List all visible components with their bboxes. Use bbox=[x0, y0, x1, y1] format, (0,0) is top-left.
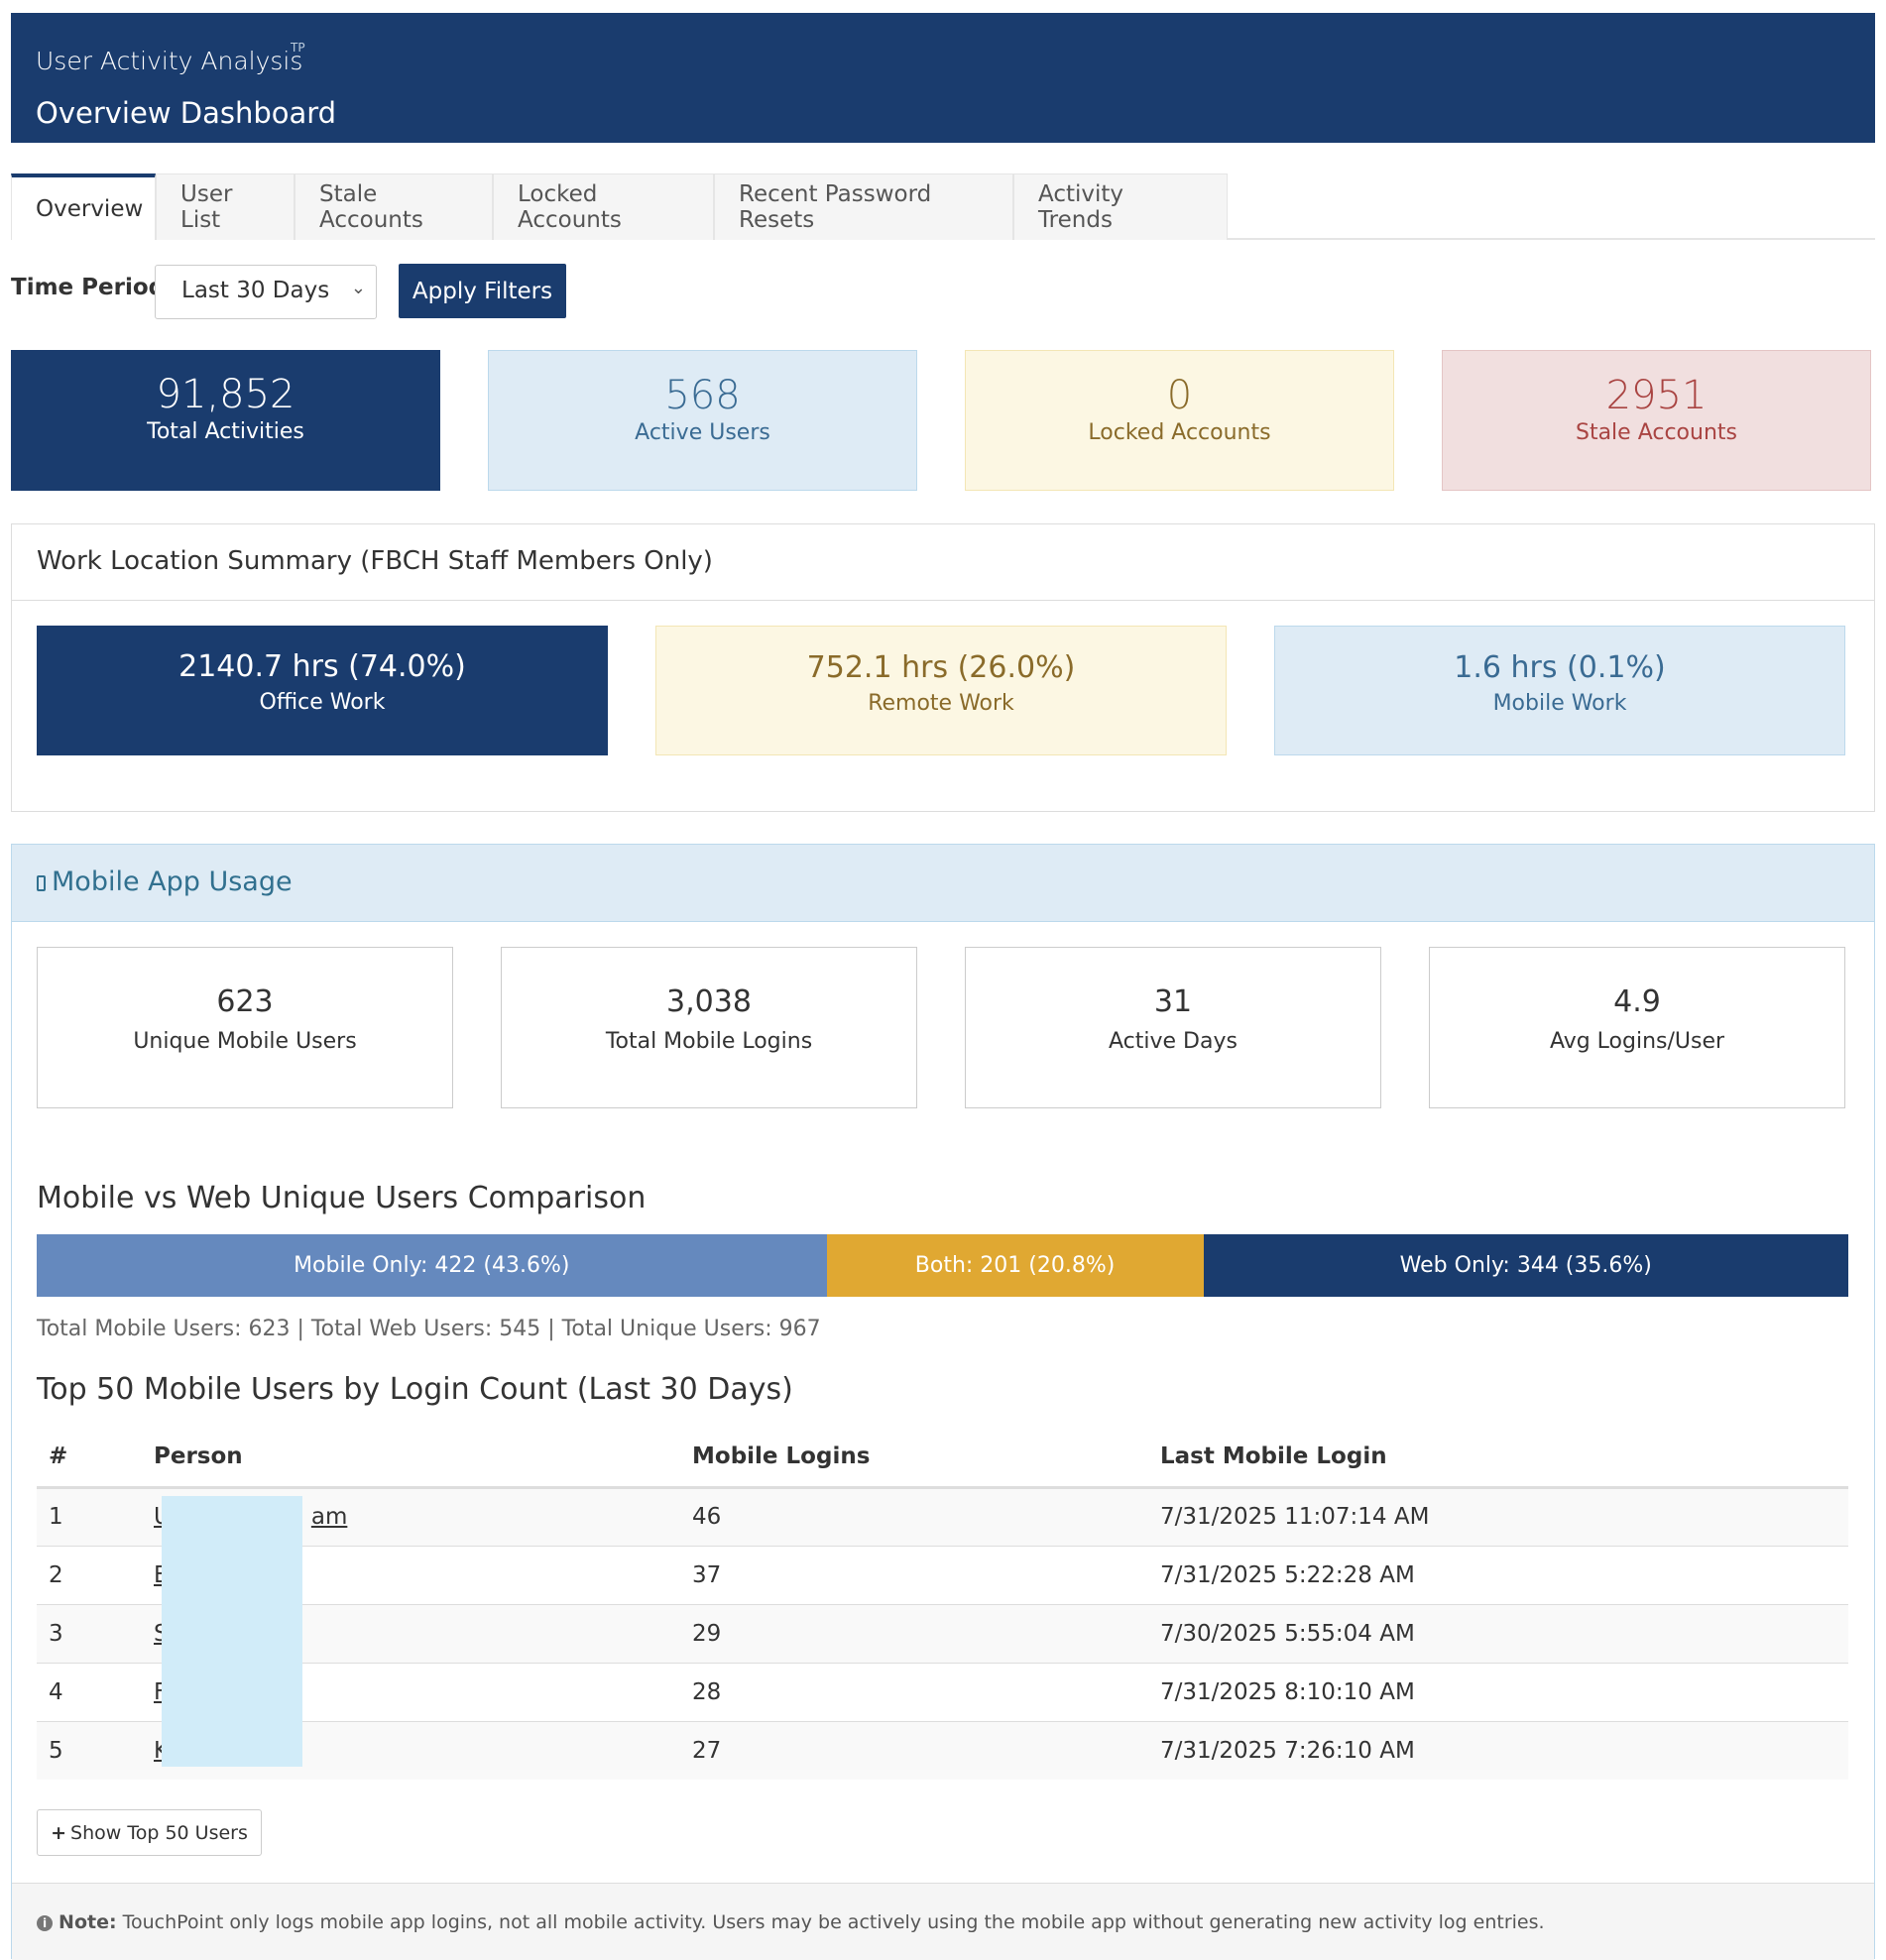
web-only-segment: Web Only: 344 (35.6%) bbox=[1203, 1234, 1848, 1297]
plus-icon: + bbox=[51, 1821, 67, 1844]
info-icon: i bbox=[37, 1915, 53, 1931]
last-login-cell: 7/31/2025 7:26:10 AM bbox=[1148, 1720, 1848, 1780]
office-work-box: 2140.7 hrs (74.0%) Office Work bbox=[37, 626, 608, 755]
tab-recent-password-resets[interactable]: Recent Password Resets bbox=[714, 173, 1013, 240]
rank-cell: 3 bbox=[37, 1603, 142, 1663]
both-segment: Both: 201 (20.8%) bbox=[826, 1234, 1204, 1297]
rank-cell: 5 bbox=[37, 1720, 142, 1780]
mobile-logins-cell: 29 bbox=[680, 1603, 1148, 1663]
remote-work-label: Remote Work bbox=[868, 691, 1014, 716]
note-footer: i Note: TouchPoint only logs mobile app … bbox=[12, 1883, 1874, 1960]
mobile-logins-cell: 27 bbox=[680, 1720, 1148, 1780]
office-work-value: 2140.7 hrs (74.0%) bbox=[178, 649, 466, 684]
app-logo-icon: TP bbox=[291, 41, 305, 55]
col-person: Person bbox=[142, 1428, 680, 1489]
time-period-label: Time Period: bbox=[11, 275, 175, 300]
stat-total-activities: 91,852 Total Activities bbox=[11, 350, 440, 491]
stat-value: 91,852 bbox=[156, 372, 295, 417]
redaction-overlay bbox=[162, 1496, 302, 1767]
mobile-logins-cell: 28 bbox=[680, 1662, 1148, 1721]
col-rank: # bbox=[37, 1428, 142, 1489]
stat-label: Avg Logins/User bbox=[1549, 1029, 1725, 1054]
stat-unique-mobile-users: 623 Unique Mobile Users bbox=[37, 947, 453, 1108]
mobile-work-box: 1.6 hrs (0.1%) Mobile Work bbox=[1274, 626, 1845, 755]
top-users-table: # Person Mobile Logins Last Mobile Login… bbox=[37, 1428, 1848, 1780]
stat-total-mobile-logins: 3,038 Total Mobile Logins bbox=[501, 947, 917, 1108]
mobile-work-label: Mobile Work bbox=[1492, 691, 1627, 716]
stat-avg-logins-per-user: 4.9 Avg Logins/User bbox=[1429, 947, 1845, 1108]
stat-label: Locked Accounts bbox=[1088, 420, 1271, 445]
work-location-panel: Work Location Summary (FBCH Staff Member… bbox=[11, 523, 1875, 812]
col-mobile-logins: Mobile Logins bbox=[680, 1428, 1148, 1489]
last-login-cell: 7/31/2025 11:07:14 AM bbox=[1148, 1486, 1848, 1546]
stat-label: Active Days bbox=[1109, 1029, 1238, 1054]
comparison-bar: Mobile Only: 422 (43.6%) Both: 201 (20.8… bbox=[37, 1234, 1848, 1297]
tab-locked-accounts[interactable]: Locked Accounts bbox=[493, 173, 714, 240]
stat-active-days: 31 Active Days bbox=[965, 947, 1381, 1108]
comparison-title: Mobile vs Web Unique Users Comparison bbox=[37, 1181, 647, 1215]
table-row: 4 F 28 7/31/2025 8:10:10 AM bbox=[37, 1662, 1848, 1721]
stat-value: 568 bbox=[664, 373, 741, 418]
rank-cell: 4 bbox=[37, 1662, 142, 1721]
mobile-phone-icon bbox=[37, 875, 46, 891]
chevron-down-icon: ⌄ bbox=[350, 278, 366, 298]
tab-activity-trends[interactable]: Activity Trends bbox=[1013, 173, 1228, 240]
page-title: Overview Dashboard bbox=[36, 96, 337, 130]
tab-overview[interactable]: Overview bbox=[11, 173, 156, 240]
mobile-logins-cell: 46 bbox=[680, 1486, 1148, 1546]
stat-locked-accounts: 0 Locked Accounts bbox=[965, 350, 1394, 491]
stat-value: 3,038 bbox=[666, 984, 752, 1019]
last-login-cell: 7/30/2025 5:55:04 AM bbox=[1148, 1603, 1848, 1663]
last-login-cell: 7/31/2025 5:22:28 AM bbox=[1148, 1545, 1848, 1604]
col-last-mobile-login: Last Mobile Login bbox=[1148, 1428, 1848, 1489]
stat-value: 4.9 bbox=[1613, 984, 1661, 1019]
stat-label: Total Mobile Logins bbox=[605, 1029, 813, 1054]
header-bar: User Activity Analysis TP Overview Dashb… bbox=[11, 13, 1875, 143]
time-period-select[interactable]: Last 30 Days ⌄ bbox=[155, 265, 377, 319]
note-label: Note: bbox=[59, 1911, 117, 1933]
mobile-only-segment: Mobile Only: 422 (43.6%) bbox=[37, 1234, 827, 1297]
rank-cell: 2 bbox=[37, 1545, 142, 1604]
mobile-logins-cell: 37 bbox=[680, 1545, 1148, 1604]
stat-value: 623 bbox=[216, 984, 274, 1019]
stat-label: Unique Mobile Users bbox=[133, 1029, 357, 1054]
office-work-label: Office Work bbox=[259, 690, 386, 715]
app-title: User Activity Analysis bbox=[36, 47, 303, 75]
remote-work-box: 752.1 hrs (26.0%) Remote Work bbox=[655, 626, 1227, 755]
note-text: TouchPoint only logs mobile app logins, … bbox=[122, 1911, 1545, 1933]
stat-active-users: 568 Active Users bbox=[488, 350, 917, 491]
mobile-usage-title: Mobile App Usage bbox=[52, 866, 293, 897]
tab-stale-accounts[interactable]: Stale Accounts bbox=[295, 173, 493, 240]
rank-cell: 1 bbox=[37, 1486, 142, 1546]
show-top-50-label: Show Top 50 Users bbox=[70, 1821, 248, 1844]
table-row: 3 S 29 7/30/2025 5:55:04 AM bbox=[37, 1603, 1848, 1663]
remote-work-value: 752.1 hrs (26.0%) bbox=[806, 650, 1076, 685]
stat-label: Active Users bbox=[635, 420, 770, 445]
stat-label: Stale Accounts bbox=[1575, 420, 1737, 445]
table-row: 2 E 37 7/31/2025 5:22:28 AM bbox=[37, 1545, 1848, 1604]
table-row: 1 Uam 46 7/31/2025 11:07:14 AM bbox=[37, 1486, 1848, 1546]
tab-bar: Overview User List Stale Accounts Locked… bbox=[11, 173, 1875, 240]
stat-value: 31 bbox=[1153, 984, 1193, 1019]
stat-stale-accounts: 2951 Stale Accounts bbox=[1442, 350, 1871, 491]
mobile-work-value: 1.6 hrs (0.1%) bbox=[1454, 650, 1666, 685]
last-login-cell: 7/31/2025 8:10:10 AM bbox=[1148, 1662, 1848, 1721]
table-row: 5 K 27 7/31/2025 7:26:10 AM bbox=[37, 1720, 1848, 1780]
show-top-50-button[interactable]: + Show Top 50 Users bbox=[37, 1809, 262, 1856]
time-period-value: Last 30 Days bbox=[181, 278, 330, 303]
apply-filters-button[interactable]: Apply Filters bbox=[399, 264, 566, 318]
top-users-title: Top 50 Mobile Users by Login Count (Last… bbox=[37, 1372, 793, 1407]
mobile-usage-panel: Mobile App Usage 623 Unique Mobile Users… bbox=[11, 844, 1875, 1960]
table-header-row: # Person Mobile Logins Last Mobile Login bbox=[37, 1428, 1848, 1489]
stat-value: 2951 bbox=[1605, 373, 1708, 418]
mobile-usage-header: Mobile App Usage bbox=[12, 845, 1874, 922]
tab-user-list[interactable]: User List bbox=[156, 173, 295, 240]
stat-label: Total Activities bbox=[147, 419, 304, 444]
stat-value: 0 bbox=[1166, 373, 1193, 418]
work-location-title: Work Location Summary (FBCH Staff Member… bbox=[12, 524, 1874, 601]
totals-summary: Total Mobile Users: 623 | Total Web User… bbox=[37, 1317, 821, 1341]
